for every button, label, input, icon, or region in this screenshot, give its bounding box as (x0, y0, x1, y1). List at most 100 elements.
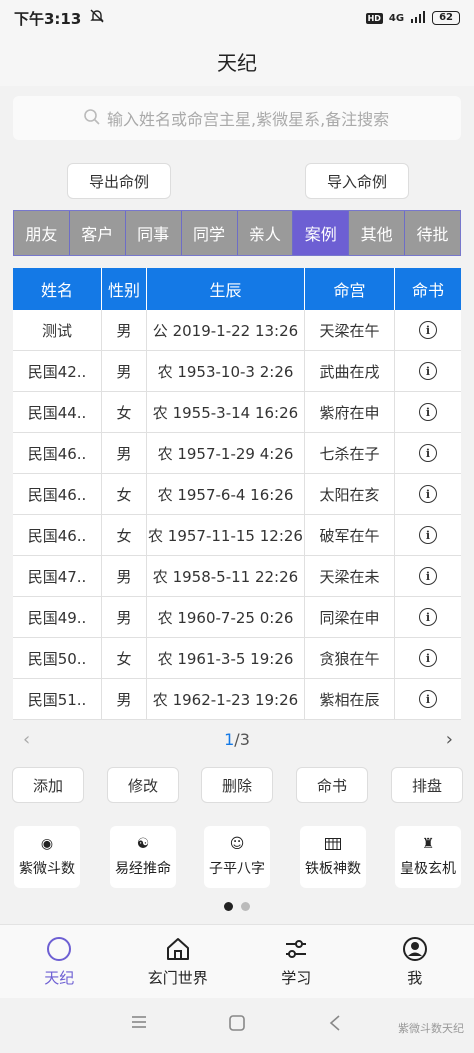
tab-pending[interactable]: 待批 (405, 211, 460, 255)
header-name: 姓名 (13, 268, 102, 310)
chart-button[interactable]: 排盘 (391, 767, 463, 803)
table-row[interactable]: 民国46.. 男农 1957-1-29 4:26 七杀在子 i (13, 433, 461, 474)
nav-xuanmen[interactable]: 玄门世界 (119, 925, 238, 998)
search-placeholder: 输入姓名或命宫主星,紫微星系,备注搜索 (107, 110, 390, 129)
info-icon[interactable]: i (419, 526, 437, 544)
nav-study[interactable]: 学习 (237, 925, 356, 998)
info-icon[interactable]: i (419, 444, 437, 462)
home-square-icon[interactable] (228, 1014, 246, 1036)
search-input[interactable]: 输入姓名或命宫主星,紫微星系,备注搜索 (13, 96, 461, 140)
cell-book: i (395, 515, 461, 555)
cell-gender: 男 (102, 310, 147, 350)
info-icon[interactable]: i (419, 567, 437, 585)
export-button[interactable]: 导出命例 (67, 163, 171, 199)
nav-label: 玄门世界 (147, 969, 208, 987)
info-icon[interactable]: i (419, 321, 437, 339)
cell-name: 民国46.. (13, 515, 102, 555)
tool-huangji[interactable]: ♜ 皇极玄机 (395, 826, 461, 888)
cell-name: 民国50.. (13, 638, 102, 678)
signal-icon (410, 10, 426, 26)
app-header: 天纪 (0, 36, 474, 86)
table-row[interactable]: 民国51.. 男农 1962-1-23 19:26 紫相在辰 i (13, 679, 461, 720)
cell-palace: 太阳在亥 (305, 474, 395, 514)
tab-others[interactable]: 其他 (349, 211, 406, 255)
cell-name: 民国44.. (13, 392, 102, 432)
status-time: 下午3:13 (14, 9, 82, 28)
cell-name: 民国46.. (13, 433, 102, 473)
table-row[interactable]: 民国46.. 女农 1957-6-4 16:26 太阳在亥 i (13, 474, 461, 515)
hd-badge: HD (365, 12, 383, 24)
info-icon[interactable]: i (419, 690, 437, 708)
pager: ‹ 1 /3 › (13, 720, 461, 758)
cell-name: 民国46.. (13, 474, 102, 514)
tab-classmates[interactable]: 同学 (181, 211, 238, 255)
cell-book: i (395, 310, 461, 350)
tool-yijing[interactable]: ☯ 易经推命 (110, 826, 176, 888)
cell-book: i (395, 474, 461, 514)
cell-gender: 男 (102, 433, 147, 473)
page-title: 天纪 (217, 50, 257, 75)
cell-gender: 女 (102, 638, 147, 678)
table-body: 测试男公 2019-1-22 13:26 天梁在午 i 民国42.. 男农 1953-1… (13, 310, 461, 720)
info-icon[interactable]: i (419, 362, 437, 380)
table-row[interactable]: 民国42.. 男农 1953-10-3 2:26 武曲在戌 i (13, 351, 461, 392)
back-icon[interactable] (328, 1014, 342, 1036)
nav-tianji[interactable]: 天纪 (0, 925, 119, 998)
user-icon (402, 935, 428, 963)
cell-name: 民国42.. (13, 351, 102, 391)
carousel-dot[interactable] (241, 902, 250, 911)
tab-relatives[interactable]: 亲人 (237, 211, 294, 255)
book-button[interactable]: 命书 (296, 767, 368, 803)
header-birth: 生辰 (147, 268, 305, 310)
prev-page-icon[interactable]: ‹ (23, 729, 30, 750)
menu-icon[interactable] (130, 1014, 148, 1034)
cell-gender: 女 (102, 474, 147, 514)
table-row[interactable]: 民国49.. 男农 1960-7-25 0:26 同梁在申 i (13, 597, 461, 638)
nav-label: 学习 (281, 969, 312, 987)
tool-tieban[interactable]: 铁板神数 (300, 826, 366, 888)
bottom-nav: 天纪 玄门世界 学习 我 (0, 924, 474, 998)
cell-birth: 农 1957-11-15 12:26 (147, 515, 305, 555)
home-icon (165, 935, 191, 963)
abacus-icon (325, 836, 341, 852)
cell-birth: 农 1960-7-25 0:26 (147, 597, 305, 637)
table-row[interactable]: 民国44.. 女农 1955-3-14 16:26 紫府在申 i (13, 392, 461, 433)
total-pages: /3 (234, 729, 250, 749)
tab-colleagues[interactable]: 同事 (125, 211, 182, 255)
cell-book: i (395, 597, 461, 637)
add-button[interactable]: 添加 (12, 767, 84, 803)
delete-button[interactable]: 删除 (201, 767, 273, 803)
cell-birth: 农 1957-6-4 16:26 (147, 474, 305, 514)
cell-book: i (395, 556, 461, 596)
cell-book: i (395, 679, 461, 719)
circle-icon (46, 935, 72, 963)
table-row[interactable]: 民国47.. 男农 1958-5-11 22:26 天梁在未 i (13, 556, 461, 597)
nav-me[interactable]: 我 (356, 925, 474, 998)
tab-friends[interactable]: 朋友 (14, 211, 70, 255)
table-row[interactable]: 测试男公 2019-1-22 13:26 天梁在午 i (13, 310, 461, 351)
header-palace: 命宫 (305, 268, 395, 310)
tool-bazi[interactable]: ☺ 子平八字 (204, 826, 270, 888)
info-icon[interactable]: i (419, 649, 437, 667)
next-page-icon[interactable]: › (446, 729, 453, 750)
import-button[interactable]: 导入命例 (305, 163, 409, 199)
cell-palace: 贪狼在午 (305, 638, 395, 678)
edit-button[interactable]: 修改 (107, 767, 179, 803)
info-icon[interactable]: i (419, 485, 437, 503)
category-tabs: 朋友 客户 同事 同学 亲人 案例 其他 待批 (13, 210, 461, 256)
cases-table: 姓名 性别 生辰 命宫 命书 测试男公 2019-1-22 13:26 天梁在午 i… (13, 268, 461, 720)
mute-bell-icon (89, 8, 105, 28)
info-icon[interactable]: i (419, 403, 437, 421)
tab-cases[interactable]: 案例 (293, 211, 350, 255)
tool-ziwei[interactable]: ◉ 紫微斗数 (14, 826, 80, 888)
carousel-dot[interactable] (224, 902, 233, 911)
tab-clients[interactable]: 客户 (69, 211, 126, 255)
face-icon: ☺ (229, 836, 245, 852)
header-book: 命书 (411, 281, 444, 300)
cell-birth: 农 1955-3-14 16:26 (147, 392, 305, 432)
cell-birth: 农 1962-1-23 19:26 (147, 679, 305, 719)
info-icon[interactable]: i (419, 608, 437, 626)
table-row[interactable]: 民国50.. 女农 1961-3-5 19:26 贪狼在午 i (13, 638, 461, 679)
current-page: 1 (224, 729, 235, 749)
table-row[interactable]: 民国46.. 女农 1957-11-15 12:26 破军在午 i (13, 515, 461, 556)
